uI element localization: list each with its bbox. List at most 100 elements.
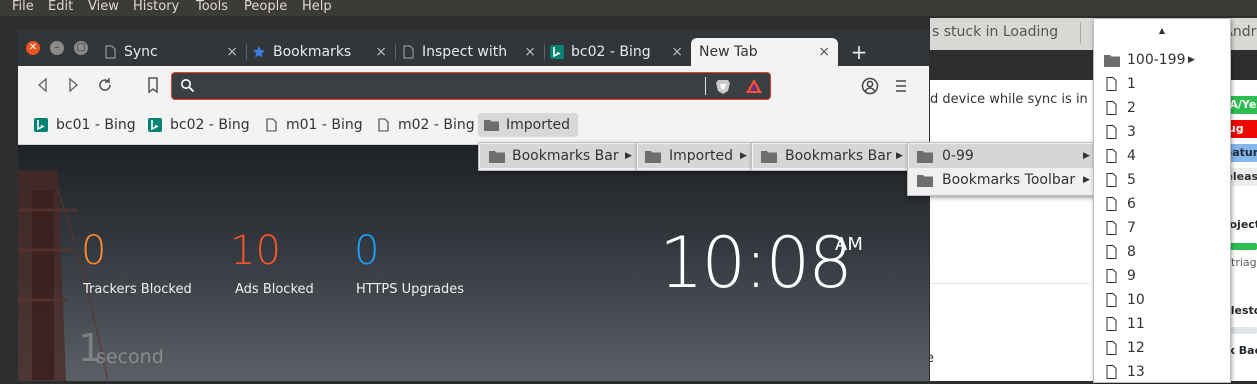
bookmark-label: bc01 - Bing	[56, 117, 136, 133]
bookmark-m02-bing[interactable]: m02 - Bing	[370, 113, 475, 137]
menu-item-label: Bookmarks Bar	[785, 148, 892, 164]
page-icon	[1106, 269, 1117, 283]
menu-item-bookmark[interactable]: 13	[1094, 360, 1230, 384]
tab-label: Inspect with C	[422, 44, 510, 60]
page-icon	[1106, 125, 1117, 139]
menu-item-label: 12	[1127, 340, 1145, 356]
bookmark-label: m01 - Bing	[286, 117, 363, 133]
address-input[interactable]	[200, 75, 684, 99]
menu-item-bookmark[interactable]: 3	[1094, 120, 1230, 144]
menu-item-bookmark[interactable]: 6	[1094, 192, 1230, 216]
menu-item-bookmark[interactable]: 1	[1094, 72, 1230, 96]
menu-item-bookmark[interactable]: 11	[1094, 312, 1230, 336]
menu-item-label: 8	[1127, 244, 1136, 260]
page-icon	[1106, 197, 1117, 211]
menu-item-bookmark[interactable]: 7	[1094, 216, 1230, 240]
search-icon	[181, 79, 195, 93]
menu-item-label: 4	[1127, 148, 1136, 164]
tab-new-tab[interactable]: New Tab ×	[691, 38, 838, 66]
menu-item-bookmarks-bar-2[interactable]: Bookmarks Bar ▶	[753, 144, 908, 168]
chevron-right-icon: ▶	[896, 151, 903, 161]
menu-file[interactable]: File	[12, 0, 34, 14]
scroll-up-arrow-icon[interactable]: ▲	[1094, 22, 1230, 40]
hamburger-menu-icon[interactable]	[893, 79, 909, 93]
reload-icon[interactable]	[96, 76, 114, 94]
menu-item-bookmark[interactable]: 10	[1094, 288, 1230, 312]
trackers-blocked-label: Trackers Blocked	[83, 282, 192, 297]
background-tab-title[interactable]: s stuck in Loading	[932, 24, 1058, 40]
folder-icon	[489, 151, 505, 163]
page-icon	[1106, 77, 1117, 91]
menu-help[interactable]: Help	[302, 0, 332, 14]
menu-item-label: 5	[1127, 172, 1136, 188]
tab-sync[interactable]: Sync ×	[97, 38, 247, 66]
bing-icon	[550, 45, 564, 59]
menu-tools[interactable]: Tools	[196, 0, 228, 14]
brave-lion-icon[interactable]	[714, 77, 732, 95]
page-icon	[1106, 365, 1117, 379]
tab-bookmarks[interactable]: Bookmarks ×	[246, 38, 396, 66]
menu-view[interactable]: View	[88, 0, 119, 14]
page-icon	[1106, 149, 1117, 163]
bookmark-folder-imported[interactable]: Imported	[478, 113, 578, 137]
menu-item-bookmarks-bar[interactable]: Bookmarks Bar ▶	[480, 144, 636, 168]
tab-close-icon[interactable]: ×	[818, 38, 830, 66]
profile-icon[interactable]	[861, 77, 879, 95]
menu-item-label: 1	[1127, 76, 1136, 92]
menu-item-label: Bookmarks Bar	[512, 148, 619, 164]
new-tab-button[interactable]: +	[848, 41, 870, 63]
menu-item-label: Imported	[669, 148, 733, 164]
menu-edit[interactable]: Edit	[48, 0, 73, 14]
trackers-blocked-value: 0	[81, 228, 107, 274]
forward-icon[interactable]	[64, 76, 82, 94]
window-close-button[interactable]: ✕	[26, 41, 40, 55]
global-menubar: File Edit View History Tools People Help	[0, 0, 1257, 16]
chevron-right-icon: ▶	[1083, 151, 1090, 161]
bookmark-icon[interactable]	[144, 76, 162, 94]
bookmark-bc01-bing[interactable]: bc01 - Bing	[28, 113, 136, 137]
star-icon	[253, 46, 265, 58]
chevron-right-icon: ▶	[1083, 175, 1090, 185]
menu-imported: Bookmarks Bar ▶	[478, 142, 638, 171]
menu-item-0-99[interactable]: 0-99 ▶	[909, 144, 1094, 168]
window-maximize-button[interactable]: ▢	[74, 41, 88, 55]
menu-item-imported[interactable]: Imported ▶	[638, 144, 752, 168]
menu-item-bookmark[interactable]: 2	[1094, 96, 1230, 120]
menu-item-bookmark[interactable]: 12	[1094, 336, 1230, 360]
menu-imported-sub: Bookmarks Bar ▶	[751, 142, 910, 171]
menu-people[interactable]: People	[244, 0, 287, 14]
menu-item-bookmark[interactable]: 5	[1094, 168, 1230, 192]
menu-item-bookmark[interactable]: 8	[1094, 240, 1230, 264]
tab-close-icon[interactable]: ×	[671, 38, 683, 66]
back-icon[interactable]	[34, 76, 52, 94]
menu-item-label: 100-199	[1127, 52, 1186, 68]
clock-time: 10:08	[659, 222, 853, 304]
menu-item-bookmark[interactable]: 9	[1094, 264, 1230, 288]
page-icon	[1106, 293, 1117, 307]
menu-item-label: 10	[1127, 292, 1145, 308]
menu-bookmarks-bar-sub: 0-99 ▶ Bookmarks Toolbar ▶	[907, 142, 1096, 196]
menu-item-label: 2	[1127, 100, 1136, 116]
menu-item-label: 11	[1127, 316, 1145, 332]
menu-item-label: 9	[1127, 268, 1136, 284]
page-icon	[105, 45, 116, 59]
bookmark-m01-bing[interactable]: m01 - Bing	[258, 113, 363, 137]
menu-bookmarks-bar: Imported ▶	[636, 142, 754, 171]
menu-item-bookmark[interactable]: 4	[1094, 144, 1230, 168]
page-icon	[378, 118, 389, 132]
background-tab-separator	[1080, 22, 1081, 44]
tab-bc02-bing[interactable]: bc02 - Bing ×	[544, 38, 691, 66]
tab-label: Bookmarks	[273, 44, 352, 60]
bookmark-bc02-bing[interactable]: bc02 - Bing	[142, 113, 250, 137]
menu-history[interactable]: History	[133, 0, 179, 14]
menu-item-100-199[interactable]: 100-199 ▶	[1094, 48, 1230, 72]
folder-icon	[645, 151, 661, 163]
tab-close-icon[interactable]: ×	[226, 38, 238, 66]
clock-ampm: AM	[835, 234, 863, 255]
rewards-triangle-icon[interactable]	[745, 78, 763, 94]
tab-close-icon[interactable]: ×	[375, 38, 387, 66]
tab-close-icon[interactable]: ×	[524, 38, 536, 66]
tab-inspect[interactable]: Inspect with C ×	[395, 38, 545, 66]
menu-item-bookmarks-toolbar[interactable]: Bookmarks Toolbar ▶	[909, 168, 1094, 192]
window-minimize-button[interactable]: –	[50, 41, 64, 55]
